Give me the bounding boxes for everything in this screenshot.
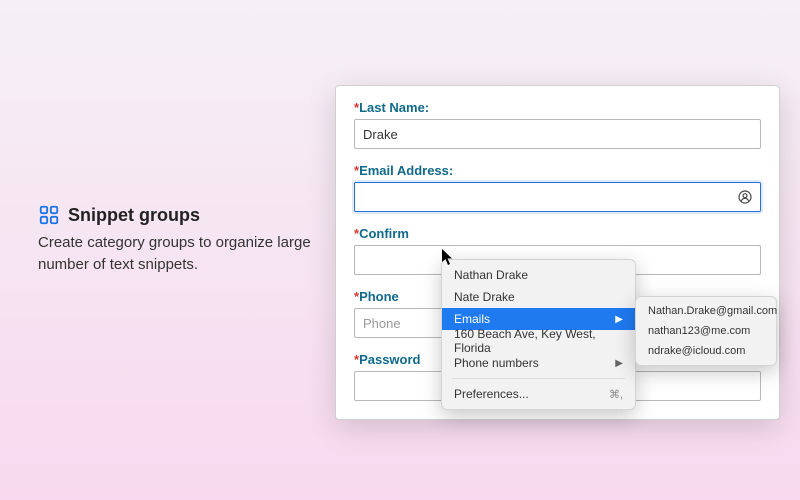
feature-description: Create category groups to organize large… [38, 232, 338, 276]
email-input[interactable] [354, 182, 761, 212]
feature-block: Snippet groups Create category groups to… [38, 204, 338, 276]
grid-icon [38, 204, 60, 226]
lastname-label: *Last Name: [354, 100, 761, 115]
shortcut-label: ⌘, [609, 388, 623, 401]
form-panel: *Last Name: *Email Address: *Confirm *Ph… [335, 85, 780, 420]
submenu-item-email1[interactable]: Nathan.Drake@gmail.com [636, 301, 776, 321]
submenu-item-email2[interactable]: nathan123@me.com [636, 321, 776, 341]
menu-item-nathan-drake[interactable]: Nathan Drake [442, 264, 635, 286]
menu-separator [452, 378, 625, 379]
feature-title: Snippet groups [68, 205, 200, 226]
menu-item-phone-numbers[interactable]: Phone numbers ▶ [442, 352, 635, 374]
snippet-menu[interactable]: Nathan Drake Nate Drake Emails ▶ 160 Bea… [441, 259, 636, 410]
confirm-label: *Confirm [354, 226, 761, 241]
submenu-item-email3[interactable]: ndrake@icloud.com [636, 341, 776, 361]
lastname-input[interactable] [354, 119, 761, 149]
chevron-right-icon: ▶ [615, 314, 623, 325]
menu-item-preferences[interactable]: Preferences... ⌘, [442, 383, 635, 405]
emails-submenu[interactable]: Nathan.Drake@gmail.com nathan123@me.com … [635, 296, 777, 366]
contact-icon[interactable] [737, 189, 753, 205]
email-label: *Email Address: [354, 163, 761, 178]
menu-item-nate-drake[interactable]: Nate Drake [442, 286, 635, 308]
menu-item-address[interactable]: 160 Beach Ave, Key West, Florida [442, 330, 635, 352]
chevron-right-icon: ▶ [615, 358, 623, 369]
